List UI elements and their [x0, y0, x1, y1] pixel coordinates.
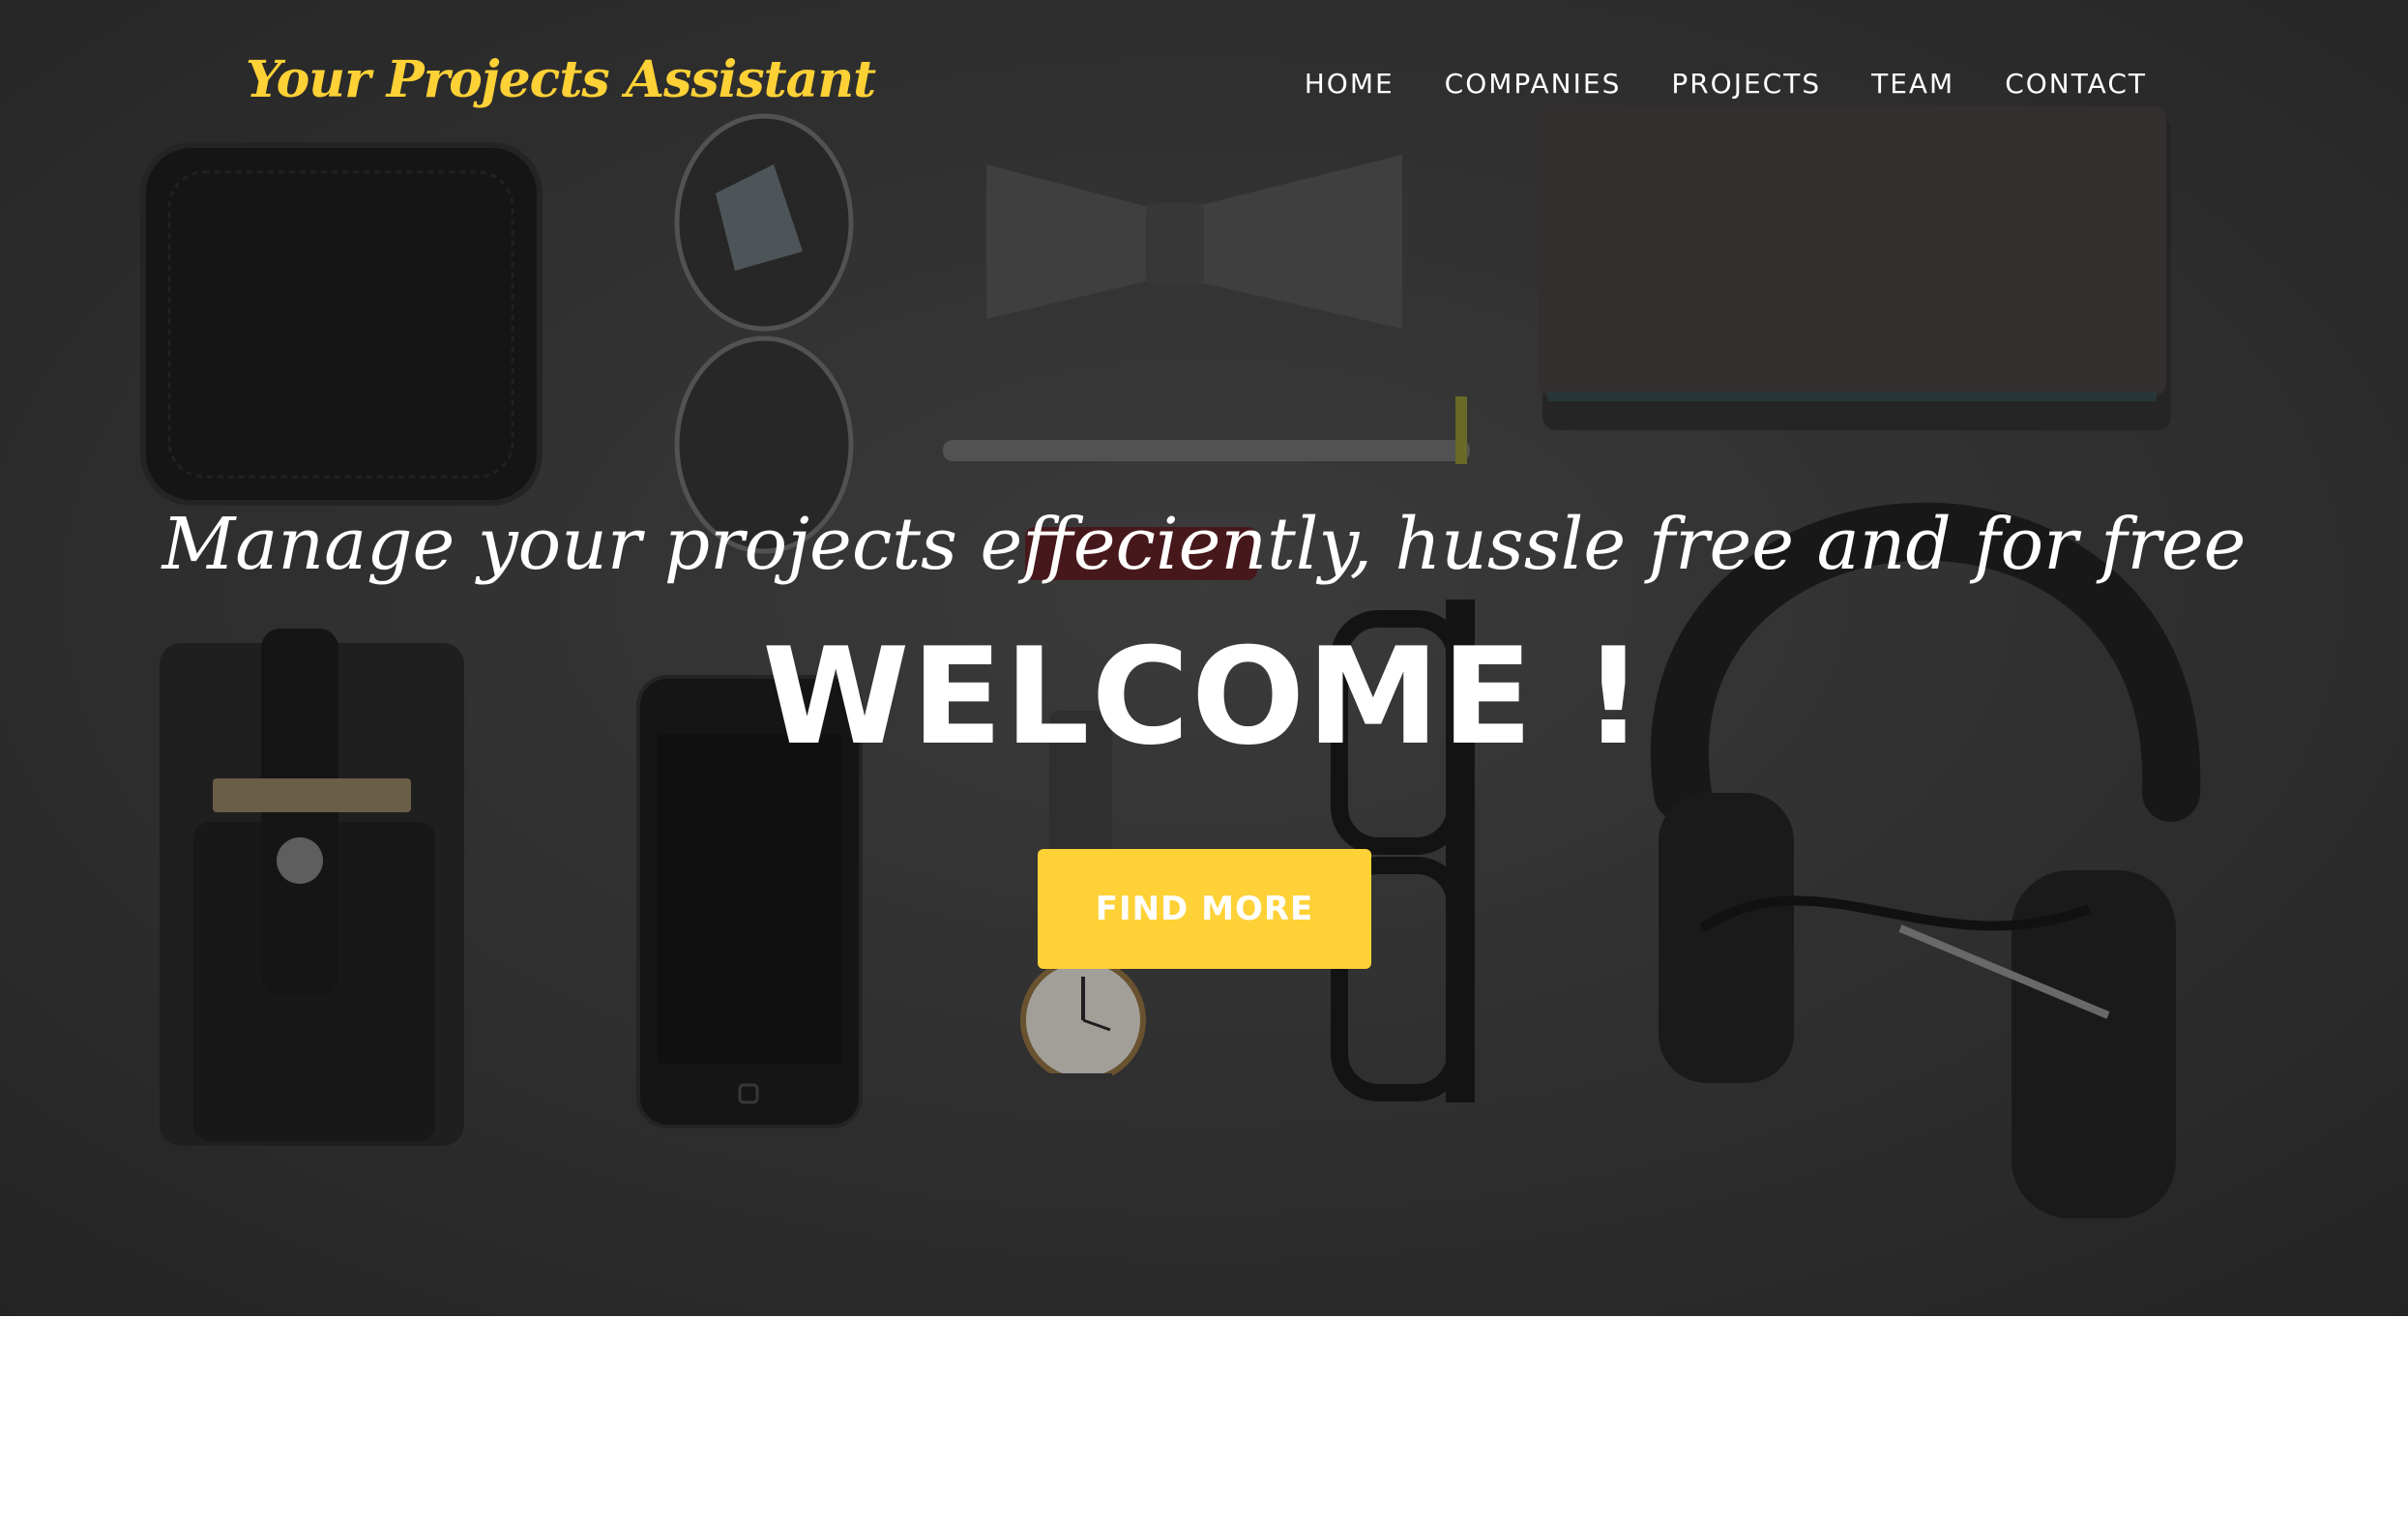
nav-link-projects[interactable]: PROJECTS — [1671, 68, 1821, 100]
find-more-button[interactable]: FIND MORE — [1038, 849, 1371, 969]
content-area — [0, 1316, 2408, 1522]
nav-links: HOME COMPANIES PROJECTS TEAM CONTACT — [1254, 68, 2147, 100]
nav-link-companies[interactable]: COMPANIES — [1445, 68, 1622, 100]
hero-lead-text: Manage your projects effeciently, hussle… — [162, 503, 2246, 586]
nav-link-home[interactable]: HOME — [1305, 68, 1395, 100]
hero-section: Your Projects Assistant HOME COMPANIES P… — [0, 0, 2408, 1316]
main-navbar: Your Projects Assistant HOME COMPANIES P… — [0, 0, 2408, 174]
hero-heading: WELCOME ! — [762, 619, 1646, 775]
nav-link-team[interactable]: TEAM — [1871, 68, 1954, 100]
nav-link-contact[interactable]: CONTACT — [2005, 68, 2147, 100]
brand-logo[interactable]: Your Projects Assistant — [246, 50, 876, 109]
